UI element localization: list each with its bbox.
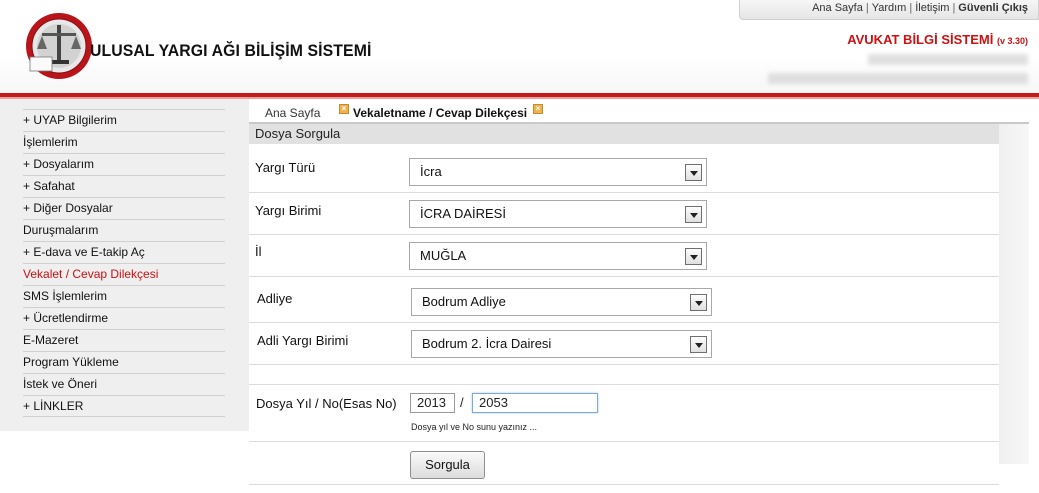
tab-bar: Ana Sayfa × Vekaletname / Cevap Dilekçes… [249, 99, 1039, 123]
yargi-birimi-select[interactable]: İCRA DAİRESİ [409, 200, 707, 228]
help-link[interactable]: Yardım [872, 2, 907, 14]
sidebar-item-e-mazeret[interactable]: E-Mazeret [23, 329, 225, 351]
close-tab-icon[interactable]: × [533, 104, 543, 114]
system-subtitle: AVUKAT BİLGİ SİSTEMİ (v 3.30) [847, 32, 1028, 47]
yargi-birimi-value: İCRA DAİRESİ [420, 206, 506, 221]
link-separator: | [909, 2, 913, 14]
chevron-down-icon[interactable] [685, 248, 702, 265]
page-header: ULUSAL YARGI AĞI BİLİŞİM SİSTEMİ Ana Say… [0, 0, 1039, 95]
sidebar-item-durusmalarim[interactable]: Duruşmalarım [23, 219, 225, 241]
sidebar-item-islemlerim[interactable]: İşlemlerim [23, 131, 225, 153]
tab-vekaletname[interactable]: Vekaletname / Cevap Dilekçesi [353, 103, 527, 123]
contact-link[interactable]: İletişim [915, 2, 949, 14]
sidebar-item-istek-oneri[interactable]: İstek ve Öneri [23, 373, 225, 395]
dosya-yil-input[interactable]: 2013 [410, 393, 455, 413]
sorgula-button[interactable]: Sorgula [410, 451, 485, 479]
section-title: Dosya Sorgula [249, 124, 999, 144]
logout-link[interactable]: Güvenli Çıkış [958, 2, 1028, 14]
sidebar-item-linkler[interactable]: + LİNKLER [23, 395, 225, 417]
adli-yargi-birimi-value: Bodrum 2. İcra Dairesi [422, 336, 552, 351]
sidebar-item-program-yukleme[interactable]: Program Yükleme [23, 351, 225, 373]
home-link[interactable]: Ana Sayfa [812, 2, 863, 14]
blurred-date-info [768, 73, 1028, 84]
content-right-shadow [999, 124, 1029, 464]
yargi-turu-label: Yargı Türü [255, 160, 316, 175]
dosya-hint: Dosya yıl ve No sunu yazınız ... [411, 422, 538, 432]
dosya-separator: / [460, 395, 464, 410]
uyap-logo-icon [26, 13, 92, 79]
sidebar-item-ucretlendirme[interactable]: + Ücretlendirme [23, 307, 225, 329]
row-divider [249, 322, 999, 323]
sidebar: + UYAP Bilgilerim İşlemlerim + Dosyaları… [0, 99, 249, 431]
close-tab-icon[interactable]: × [339, 104, 349, 114]
chevron-down-icon[interactable] [685, 164, 702, 181]
adliye-label: Adliye [257, 291, 293, 306]
row-divider [249, 276, 999, 277]
tab-ana-sayfa[interactable]: Ana Sayfa [265, 103, 320, 123]
row-divider [249, 234, 999, 235]
row-divider [249, 441, 999, 442]
adliye-select[interactable]: Bodrum Adliye [411, 288, 712, 316]
row-divider [249, 192, 999, 193]
blurred-user-info [868, 54, 1028, 65]
sidebar-item-sms-islemlerim[interactable]: SMS İşlemlerim [23, 285, 225, 307]
sidebar-menu: + UYAP Bilgilerim İşlemlerim + Dosyaları… [23, 109, 225, 417]
sidebar-item-diger-dosyalar[interactable]: + Diğer Dosyalar [23, 197, 225, 219]
adli-yargi-birimi-select[interactable]: Bodrum 2. İcra Dairesi [411, 330, 712, 358]
row-divider [249, 384, 999, 385]
link-separator: | [952, 2, 956, 14]
sidebar-item-dosyalarim[interactable]: + Dosyalarım [23, 153, 225, 175]
il-select[interactable]: MUĞLA [409, 242, 707, 270]
row-divider [249, 484, 999, 485]
dosya-no-input[interactable]: 2053 [472, 393, 598, 413]
link-separator: | [865, 2, 869, 14]
sidebar-item-edava-etakip[interactable]: + E-dava ve E-takip Aç [23, 241, 225, 263]
yargi-turu-select[interactable]: İcra [409, 158, 707, 186]
il-value: MUĞLA [420, 248, 467, 263]
dosya-label: Dosya Yıl / No(Esas No) [256, 396, 397, 411]
adli-yargi-birimi-label: Adli Yargı Birimi [257, 333, 349, 348]
yargi-birimi-label: Yargı Birimi [255, 203, 322, 218]
subtitle-text: AVUKAT BİLGİ SİSTEMİ [847, 32, 994, 47]
version-label: (v 3.30) [996, 36, 1028, 46]
row-divider [249, 364, 999, 365]
yargi-turu-value: İcra [420, 164, 442, 179]
sidebar-item-vekalet-cevap[interactable]: Vekalet / Cevap Dilekçesi [23, 263, 225, 285]
adliye-value: Bodrum Adliye [422, 294, 506, 309]
top-links-bar: Ana Sayfa | Yardım | İletişim | Güvenli Çıkış [739, 0, 1039, 20]
sidebar-item-uyap-bilgilerim[interactable]: + UYAP Bilgilerim [23, 109, 225, 131]
chevron-down-icon[interactable] [685, 206, 702, 223]
sidebar-item-safahat[interactable]: + Safahat [23, 175, 225, 197]
app-title: ULUSAL YARGI AĞI BİLİŞİM SİSTEMİ [90, 41, 372, 60]
il-label: İl [255, 244, 262, 259]
chevron-down-icon[interactable] [690, 294, 707, 311]
chevron-down-icon[interactable] [690, 336, 707, 353]
